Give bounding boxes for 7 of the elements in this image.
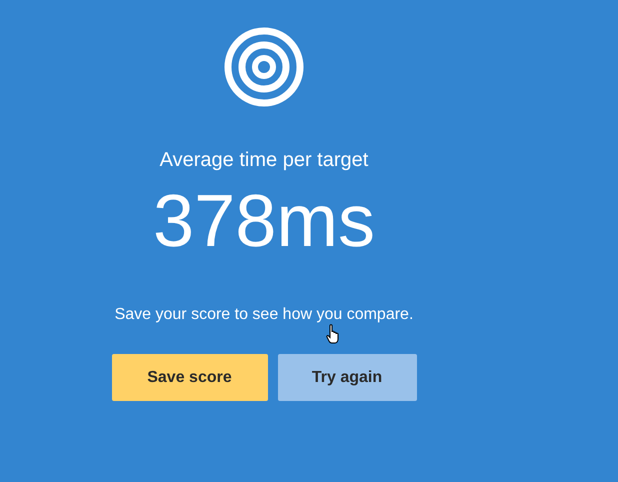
save-button[interactable]: Save score (112, 354, 268, 401)
result-value: 378ms (152, 179, 376, 263)
message-text: Save your score to see how you compare. (114, 305, 414, 325)
result-label: Average time per target (160, 148, 368, 172)
retry-button[interactable]: Try again (278, 354, 416, 401)
target-icon (224, 27, 304, 107)
hand-cursor-icon (326, 324, 340, 344)
